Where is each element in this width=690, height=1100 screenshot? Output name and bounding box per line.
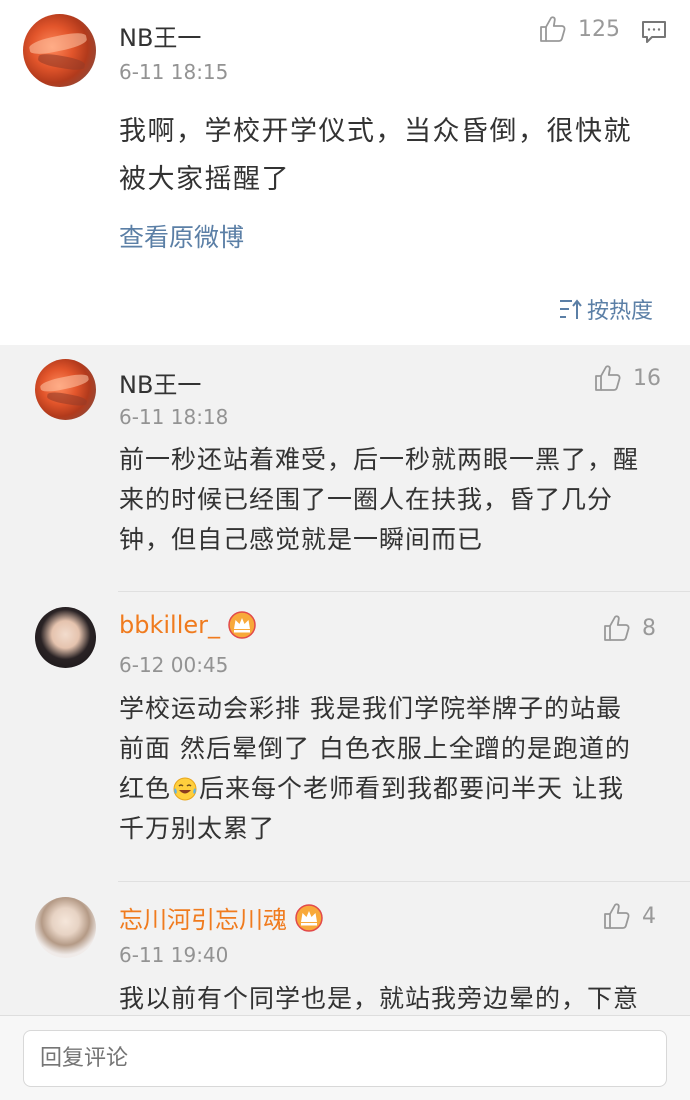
like-button[interactable]: 125 <box>538 14 620 44</box>
divider <box>118 881 690 882</box>
author-name[interactable]: NB王一 <box>119 18 201 53</box>
comment-line: 学校运动会彩排 我是我们学院举牌子的站最 <box>119 694 622 723</box>
comment-content: 我以前有个同学也是，就站我旁边晕的，下意 <box>119 979 679 1015</box>
comment-text: 后来每个老师看到我都要问半天 让我 <box>199 774 624 803</box>
comment-line: 我以前有个同学也是，就站我旁边晕的，下意 <box>119 984 640 1013</box>
comment-time: 6-11 18:18 <box>119 405 229 429</box>
post-content-line: 被大家摇醒了 <box>119 164 290 195</box>
avatar[interactable] <box>35 359 96 420</box>
thumbs-up-icon <box>604 903 630 929</box>
vip-crown-icon <box>295 903 323 932</box>
comment-author[interactable]: bbkiller_ <box>119 611 220 639</box>
comment-text: 红色 <box>119 774 172 803</box>
avatar[interactable] <box>23 14 96 87</box>
like-count: 16 <box>633 365 661 391</box>
like-button[interactable]: 8 <box>602 613 656 643</box>
comment-author[interactable]: 忘川河引忘川魂 <box>119 900 287 935</box>
like-count: 8 <box>642 615 656 641</box>
author-row: bbkiller_ <box>119 611 256 639</box>
comment-line: 前面 然后晕倒了 白色衣服上全蹭的是跑道的 <box>119 734 631 763</box>
reply-input[interactable] <box>23 1030 667 1087</box>
like-button[interactable]: 4 <box>602 901 656 931</box>
post-time: 6-11 18:15 <box>119 60 229 84</box>
comment-line: 来的时候已经围了一圈人在扶我，昏了几分 <box>119 485 614 514</box>
comment-line: 千万别太累了 <box>119 814 276 843</box>
divider <box>118 591 690 592</box>
thumbs-up-icon <box>595 365 621 391</box>
vip-crown-icon <box>228 611 256 639</box>
view-original-link[interactable]: 查看原微博 <box>119 218 244 254</box>
author-row: 忘川河引忘川魂 <box>119 900 323 935</box>
reply-bar <box>0 1015 690 1100</box>
comment-content: 学校运动会彩排 我是我们学院举牌子的站最 前面 然后晕倒了 白色衣服上全蹭的是跑… <box>119 689 679 849</box>
thumbs-up-icon <box>604 615 630 641</box>
comment-line: 钟，但自己感觉就是一瞬间而已 <box>119 525 484 554</box>
like-count: 4 <box>642 903 656 929</box>
sort-by-hot-button[interactable]: 按热度 <box>559 293 653 325</box>
main-post: NB王一 6-11 18:15 125 我啊，学校开学仪式，当众昏倒，很快就 被… <box>0 0 690 345</box>
like-count: 125 <box>578 16 620 42</box>
comment-line: 前一秒还站着难受，后一秒就两眼一黑了，醒 <box>119 445 640 474</box>
post-content-line: 我啊，学校开学仪式，当众昏倒，很快就 <box>119 116 632 147</box>
comment-content: 前一秒还站着难受，后一秒就两眼一黑了，醒 来的时候已经围了一圈人在扶我，昏了几分… <box>119 440 679 560</box>
comment-icon[interactable] <box>640 18 668 46</box>
sort-label: 按热度 <box>586 299 653 324</box>
post-content: 我啊，学校开学仪式，当众昏倒，很快就 被大家摇醒了 <box>119 108 679 204</box>
comment-author[interactable]: NB王一 <box>119 365 201 400</box>
avatar[interactable] <box>35 607 96 668</box>
comment-time: 6-11 19:40 <box>119 943 229 967</box>
comment-time: 6-12 00:45 <box>119 653 229 677</box>
comment-list[interactable]: NB王一 16 6-11 18:18 前一秒还站着难受，后一秒就两眼一黑了，醒 … <box>0 345 690 1015</box>
sort-icon <box>559 299 582 319</box>
avatar[interactable] <box>35 897 96 958</box>
thumbs-up-icon <box>540 16 566 42</box>
comment-line-with-emoji: 红色 后来每个老师看到我都要问半天 让我 <box>119 769 679 809</box>
laughing-tears-emoji <box>173 777 197 801</box>
like-button[interactable]: 16 <box>593 363 661 393</box>
